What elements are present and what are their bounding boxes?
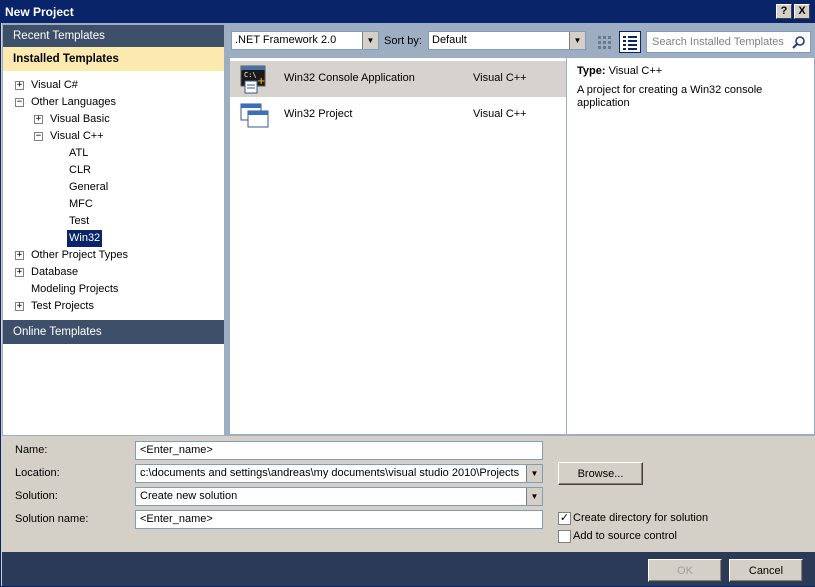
tree-item-label[interactable]: General [67,179,110,196]
create-directory-checkbox[interactable]: ✓ [558,512,571,525]
template-description-panel: Type: Visual C++ A project for creating … [567,58,814,434]
expand-icon[interactable]: + [15,81,24,90]
browse-button[interactable]: Browse... [558,462,643,485]
tree-item-label[interactable]: CLR [67,162,93,179]
tree-item-label[interactable]: Database [29,264,80,281]
tree-item-label[interactable]: Visual C# [29,77,80,94]
tree-item-label[interactable]: MFC [67,196,95,213]
new-project-dialog: New Project ? X Recent Templates Install… [0,0,815,587]
name-label: Name: [15,444,48,456]
framework-select-value: .NET Framework 2.0 [235,34,337,46]
tree-item-label[interactable]: Visual Basic [48,111,112,128]
close-button[interactable]: X [794,4,810,19]
template-language: Visual C++ [473,72,527,84]
solution-select[interactable]: Create new solution ▼ [135,487,543,506]
create-directory-label[interactable]: Create directory for solution [573,512,708,524]
template-name: Win32 Console Application [284,72,415,84]
expand-icon[interactable]: + [15,268,24,277]
template-type-row: Type: Visual C++ [577,65,804,77]
type-value: Visual C++ [608,65,663,77]
tree-item-label[interactable]: Test Projects [29,298,96,315]
framework-select[interactable]: .NET Framework 2.0 ▼ [231,31,379,50]
location-label: Location: [15,467,60,479]
list-view-icon [623,36,637,50]
small-icons-view-button[interactable] [593,31,615,53]
tree-item-label-selected[interactable]: Win32 [67,230,103,247]
chevron-down-icon[interactable]: ▼ [526,465,542,482]
template-name: Win32 Project [284,108,353,120]
svg-text:+: + [257,76,265,87]
console-app-icon: C:\ + [240,65,266,94]
expand-icon[interactable]: + [34,115,43,124]
svg-text:C:\: C:\ [244,71,257,79]
sortby-label: Sort by: [384,35,422,47]
title-bar: New Project ? X [1,1,814,23]
template-toolbar: .NET Framework 2.0 ▼ Sort by: Default ▼ [226,25,814,57]
tree-item-label[interactable]: ATL [67,145,90,162]
collapse-icon[interactable]: − [15,98,24,107]
template-item-console-app[interactable]: C:\ + Win32 Console Application Visual C… [230,61,566,97]
search-icon[interactable] [791,35,807,51]
search-input[interactable]: Search Installed Templates [646,31,811,53]
solution-name-input[interactable]: <Enter_name> [135,510,543,529]
template-item-win32-project[interactable]: Win32 Project Visual C++ [230,97,566,133]
tree-item-label[interactable]: Test [67,213,91,230]
location-input[interactable]: c:\documents and settings\andreas\my doc… [135,464,543,483]
solution-name-label: Solution name: [15,513,89,525]
template-description-text: A project for creating a Win32 console a… [577,84,763,109]
add-to-source-control-checkbox[interactable] [558,530,571,543]
template-list: C:\ + Win32 Console Application Visual C… [230,58,566,434]
win32-project-icon [240,103,269,128]
add-to-source-control-label[interactable]: Add to source control [573,530,677,542]
location-value: c:\documents and settings\andreas\my doc… [140,467,520,479]
solution-label: Solution: [15,490,58,502]
template-categories-panel: Recent Templates Installed Templates + V… [3,25,224,435]
cancel-button[interactable]: Cancel [729,559,803,582]
solution-value: Create new solution [140,490,238,502]
window-title: New Project [5,5,74,19]
chevron-down-icon[interactable]: ▼ [362,32,378,49]
list-view-button[interactable] [619,31,641,53]
sortby-select-value: Default [432,34,467,46]
sortby-select[interactable]: Default ▼ [428,31,586,50]
tree-item-label[interactable]: Other Project Types [29,247,130,264]
chevron-down-icon[interactable]: ▼ [526,488,542,505]
project-settings-form: Name: <Enter_name> Location: c:\document… [2,436,815,552]
tree-item-label[interactable]: Other Languages [29,94,118,111]
help-button[interactable]: ? [776,4,792,19]
online-templates-header[interactable]: Online Templates [3,320,224,344]
tree-item-label[interactable]: Modeling Projects [29,281,120,298]
name-input[interactable]: <Enter_name> [135,441,543,460]
expand-icon[interactable]: + [15,302,24,311]
search-placeholder: Search Installed Templates [652,36,784,48]
expand-icon[interactable]: + [15,251,24,260]
ok-button[interactable]: OK [648,559,722,582]
tree-item-label[interactable]: Visual C++ [48,128,106,145]
recent-templates-header[interactable]: Recent Templates [3,25,224,47]
installed-templates-header[interactable]: Installed Templates [3,47,224,71]
chevron-down-icon[interactable]: ▼ [569,32,585,49]
small-icons-icon [598,36,611,49]
dialog-footer: OK Cancel [2,552,815,586]
template-language: Visual C++ [473,108,527,120]
type-label: Type: [577,65,606,77]
collapse-icon[interactable]: − [34,132,43,141]
